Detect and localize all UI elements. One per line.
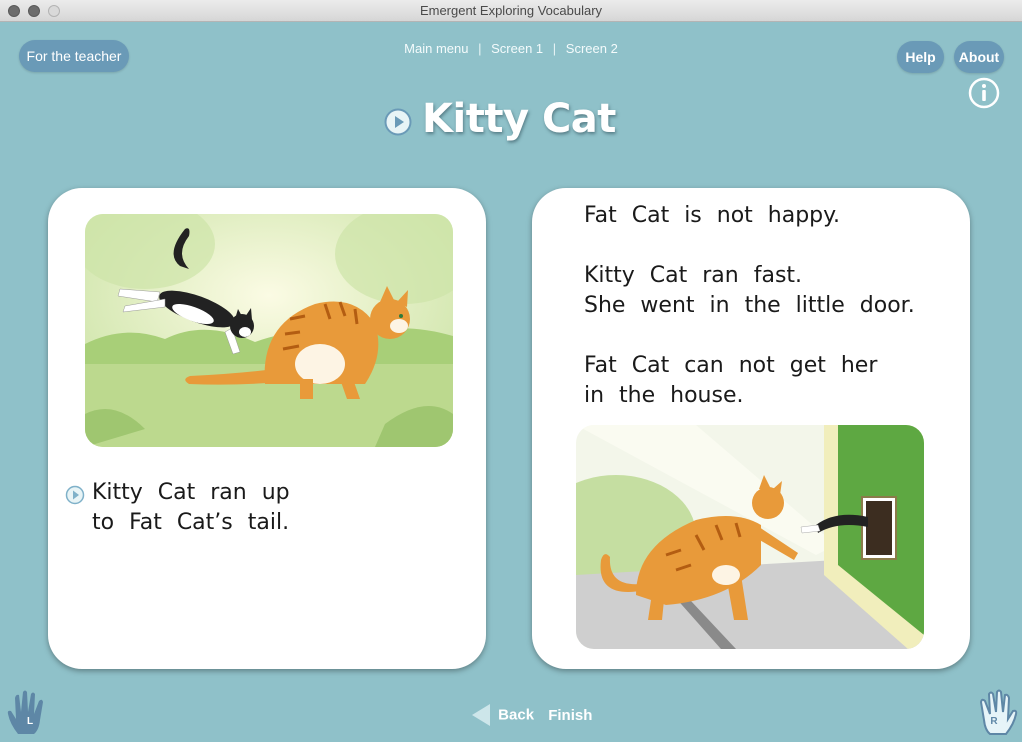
help-button[interactable]: Help (897, 41, 944, 73)
right-hand-letter: R (990, 716, 998, 727)
story-paragraph-1: Fat Cat is not happy. (584, 203, 841, 228)
window-title: Emergent Exploring Vocabulary (419, 3, 603, 18)
breadcrumb-screen-2[interactable]: Screen 2 (563, 41, 621, 56)
bottom-navigation: Back Finish (472, 704, 592, 726)
story-paragraph-2: Kitty Cat ran fast. She went in the litt… (584, 263, 915, 318)
back-button[interactable]: Back (498, 707, 534, 724)
breadcrumb-main-menu[interactable]: Main menu (401, 41, 471, 56)
illustration-cats-running (85, 214, 453, 447)
cats-running-image (85, 214, 453, 447)
cat-door-image (576, 425, 924, 649)
title-area: Kitty Cat (0, 96, 1022, 156)
window-titlebar: Emergent Exploring Vocabulary (0, 0, 1022, 22)
left-hand-icon[interactable]: L (4, 686, 56, 738)
story-page-right: Fat Cat is not happy. Kitty Cat ran fast… (532, 188, 970, 669)
page-title: Kitty Cat (422, 96, 616, 142)
story-page-left: Kitty Cat ran up to Fat Cat’s tail. (48, 188, 486, 669)
story-paragraph-3: Fat Cat can not get her in the house. (584, 353, 878, 408)
right-hand-icon[interactable]: R (968, 686, 1020, 738)
left-hand-letter: L (27, 716, 33, 727)
story-text-left: Kitty Cat ran up to Fat Cat’s tail. (92, 480, 290, 535)
breadcrumb-separator: | (552, 41, 557, 56)
finish-button[interactable]: Finish (548, 707, 592, 724)
play-icon[interactable] (65, 485, 85, 505)
breadcrumb: Main menu | Screen 1 | Screen 2 (0, 41, 1022, 56)
breadcrumb-screen-1[interactable]: Screen 1 (488, 41, 546, 56)
back-arrow-icon[interactable] (472, 704, 490, 726)
about-button[interactable]: About (954, 41, 1004, 73)
play-icon[interactable] (384, 108, 412, 136)
illustration-cat-door (576, 425, 924, 649)
breadcrumb-separator: | (478, 41, 482, 56)
